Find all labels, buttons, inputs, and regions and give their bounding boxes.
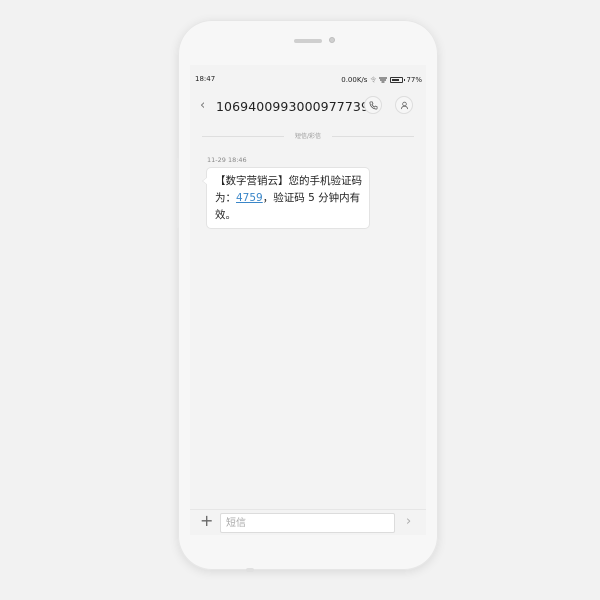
conversation-header: ‹ 1069400993000977739 bbox=[190, 93, 426, 121]
message-input[interactable] bbox=[220, 513, 395, 533]
phone-icon bbox=[369, 101, 377, 109]
verification-code-link[interactable]: 4759 bbox=[236, 192, 263, 204]
message-type-divider: 短信/彩信 bbox=[190, 131, 426, 141]
charging-port bbox=[246, 568, 254, 572]
side-button bbox=[176, 158, 179, 228]
contact-number: 1069400993000977739 bbox=[216, 99, 370, 114]
screen: 18:47 0.00K/s 令 77% ‹ 106940099300097773… bbox=[190, 65, 426, 535]
chevron-right-icon[interactable]: › bbox=[406, 513, 411, 531]
battery-percent: 77% bbox=[406, 75, 422, 84]
status-indicators: 0.00K/s 令 77% bbox=[341, 75, 422, 85]
battery-fill bbox=[392, 78, 400, 81]
wifi-icon bbox=[379, 77, 388, 82]
divider-line-left bbox=[202, 136, 284, 137]
signal-icon: 令 bbox=[370, 77, 377, 84]
status-bar: 18:47 0.00K/s 令 77% bbox=[190, 65, 426, 93]
divider-line-right bbox=[332, 136, 414, 137]
message-text: 【数字营销云】您的手机验证码为：4759，验证码 5 分钟内有效。 bbox=[215, 173, 365, 224]
chevron-left-icon[interactable]: ‹ bbox=[200, 99, 205, 113]
contact-button[interactable] bbox=[395, 96, 413, 114]
composer-bar: + › bbox=[190, 509, 426, 535]
battery-icon bbox=[390, 76, 406, 83]
message-timestamp: 11-29 18:46 bbox=[207, 156, 247, 164]
phone-frame: 18:47 0.00K/s 令 77% ‹ 106940099300097773… bbox=[176, 20, 438, 572]
message-bubble[interactable]: 【数字营销云】您的手机验证码为：4759，验证码 5 分钟内有效。 bbox=[202, 167, 370, 229]
message-type-label: 短信/彩信 bbox=[294, 133, 322, 140]
front-camera bbox=[329, 37, 335, 43]
network-speed: 0.00K/s bbox=[341, 75, 368, 84]
person-icon bbox=[400, 101, 408, 109]
speaker-grille bbox=[294, 39, 322, 43]
plus-icon[interactable]: + bbox=[200, 512, 213, 530]
status-time: 18:47 bbox=[195, 75, 216, 83]
call-button[interactable] bbox=[364, 96, 382, 114]
